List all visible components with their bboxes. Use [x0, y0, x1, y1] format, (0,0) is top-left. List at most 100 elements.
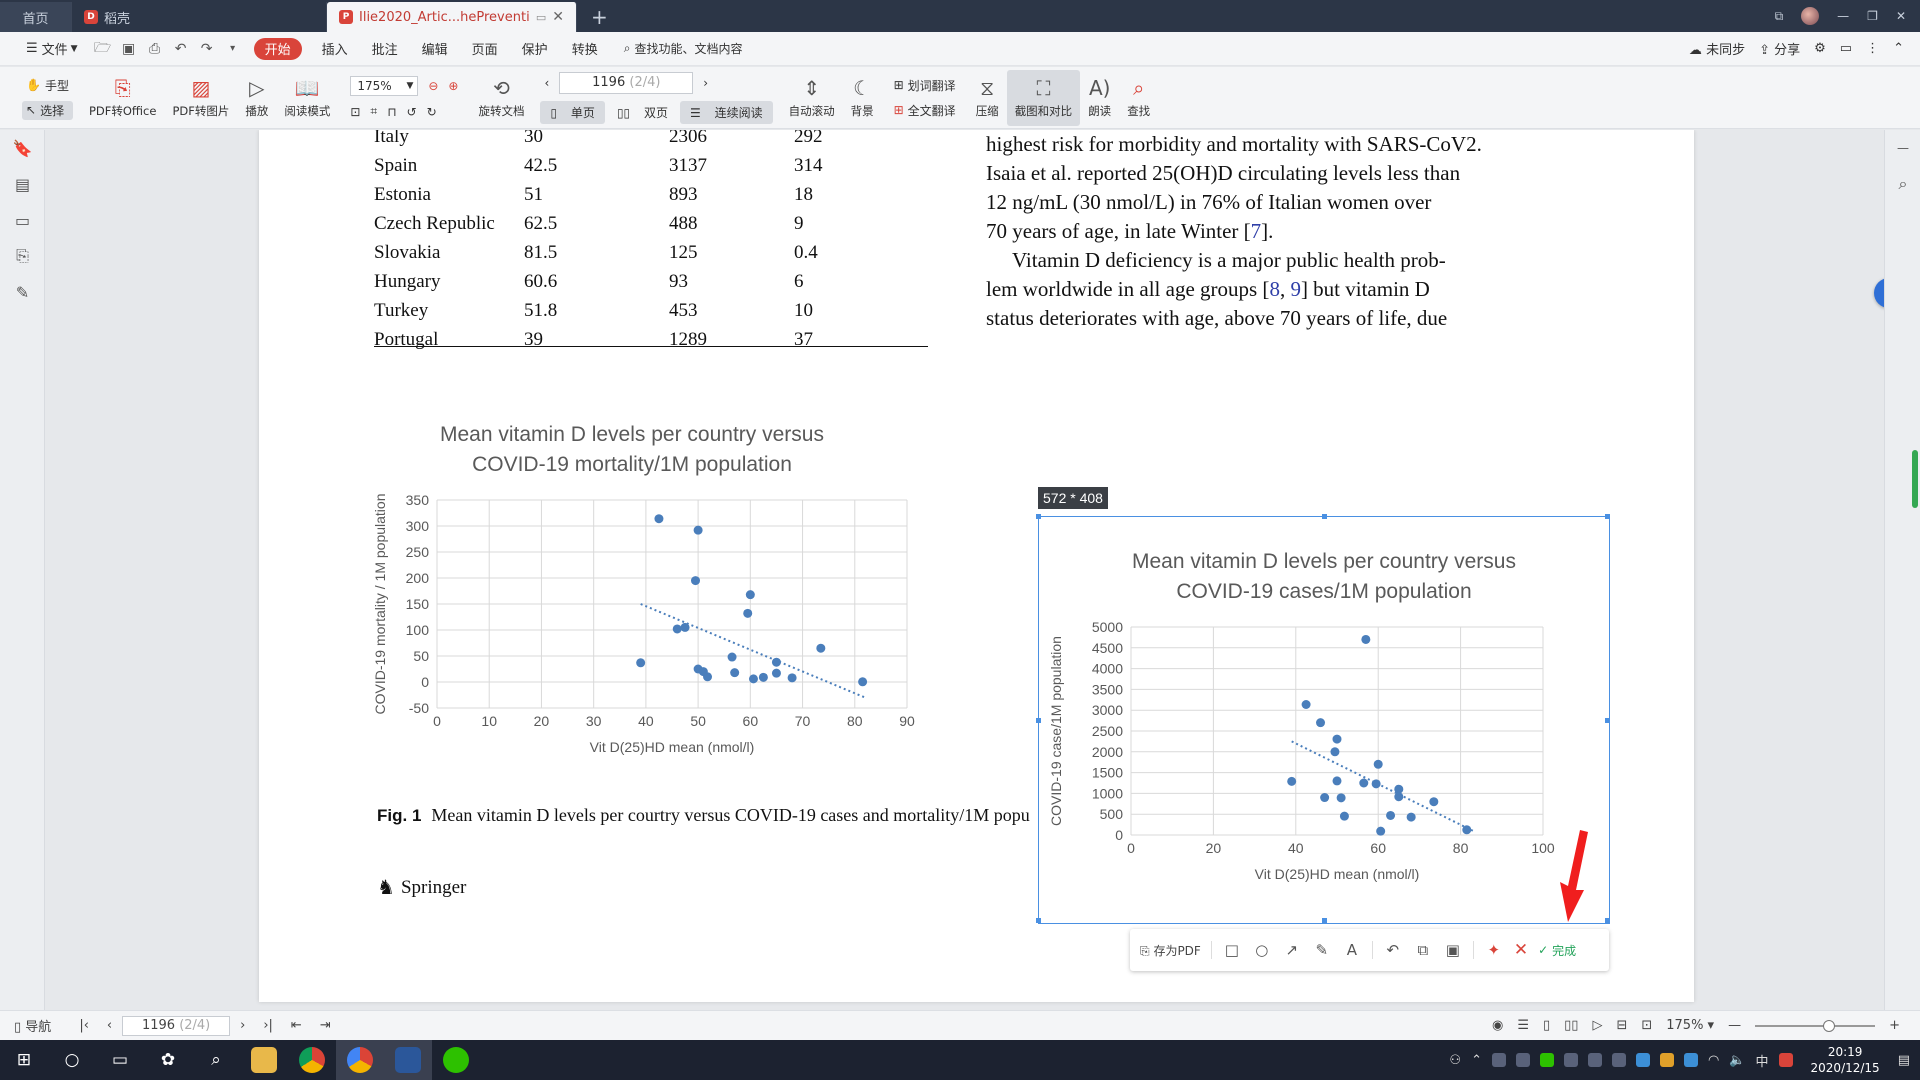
background-button[interactable]: ☾ 背景 [843, 70, 882, 126]
floating-action-icon[interactable]: ⊞ [1874, 278, 1884, 308]
done-button[interactable]: ✓ 完成 [1538, 942, 1576, 959]
word-translate-button[interactable]: ⊞ 划词翻译 [890, 76, 960, 95]
cortana-icon[interactable]: ○ [48, 1040, 96, 1080]
input-method-indicator[interactable]: 中 [1756, 1051, 1769, 1070]
file-explorer-icon[interactable] [240, 1040, 288, 1080]
tray-expand-icon[interactable]: ⌃ [1471, 1053, 1482, 1068]
more-dropdown-icon[interactable]: ▾ [220, 43, 246, 54]
menu-start[interactable]: 开始 [253, 37, 302, 60]
word-icon[interactable] [384, 1040, 432, 1080]
citation-link[interactable]: 9 [1290, 277, 1301, 301]
attachment-icon[interactable]: ⎘ [0, 238, 45, 274]
resize-handle[interactable] [1036, 918, 1041, 923]
tab-home[interactable]: 首页 [0, 2, 72, 32]
zoom-slider[interactable] [1755, 1019, 1876, 1032]
close-tab-icon[interactable]: ✕ [552, 9, 564, 25]
tray-app-icon[interactable] [1491, 1053, 1506, 1067]
zoom-select[interactable]: 175% ▼ [350, 76, 419, 96]
back-icon[interactable]: ⇤ [291, 1018, 302, 1033]
share-button[interactable]: ⇪ 分享 [1759, 39, 1800, 58]
prev-page-icon[interactable]: ‹ [107, 1018, 112, 1033]
zoom-in-icon[interactable]: ⊕ [448, 79, 458, 93]
window-count-icon[interactable]: ⧉ [1775, 9, 1784, 24]
text-icon[interactable]: A [1342, 941, 1362, 959]
pin-icon[interactable]: ▭ [536, 11, 546, 24]
resize-handle[interactable] [1605, 514, 1610, 519]
clock[interactable]: 20:19 2020/12/15 [1811, 1044, 1880, 1076]
fit-width-icon[interactable]: ⊟ [1616, 1018, 1627, 1033]
rotate-document-button[interactable]: ⟲ 旋转文档 [470, 70, 532, 126]
rotate-left-icon[interactable]: ↺ [407, 105, 417, 119]
find-button[interactable]: ⌕ 查找 [1119, 70, 1158, 126]
sync-status[interactable]: ☁ 未同步 [1689, 39, 1745, 58]
undo-icon[interactable]: ↶ [168, 41, 194, 57]
tray-app-icon[interactable] [1587, 1053, 1602, 1067]
citation-link[interactable]: 8 [1269, 277, 1280, 301]
citation-link[interactable]: 7 [1251, 219, 1262, 243]
pencil-icon[interactable]: ✎ [1312, 941, 1332, 959]
network-icon[interactable]: ◠ [1708, 1053, 1719, 1068]
tray-app-icon[interactable] [1515, 1053, 1530, 1067]
forward-icon[interactable]: ⇥ [320, 1018, 331, 1033]
tray-app-icon[interactable] [1563, 1053, 1578, 1067]
comment-icon[interactable]: ▭ [1840, 41, 1852, 56]
redo-icon[interactable]: ↷ [194, 41, 220, 57]
collapse-icon[interactable]: ⌃ [1893, 41, 1904, 56]
read-mode-button[interactable]: 📖 阅读模式 [276, 70, 338, 126]
capture-selection[interactable]: Mean vitamin D levels per country versus… [1036, 514, 1610, 924]
zoom-slider-knob[interactable] [1823, 1019, 1836, 1032]
settings-icon[interactable]: ⚙ [1814, 41, 1826, 56]
save-icon[interactable]: ▣ [1443, 941, 1463, 959]
page-number-input[interactable]: 1196 (2/4) [559, 72, 694, 94]
full-translate-button[interactable]: ⊞ 全文翻译 [890, 101, 960, 120]
tray-app-icon[interactable] [1635, 1053, 1650, 1067]
rectangle-icon[interactable]: □ [1222, 941, 1242, 959]
close-window-icon[interactable]: ✕ [1896, 9, 1906, 23]
menu-annotate[interactable]: 批注 [360, 32, 410, 66]
tab-active-pdf[interactable]: P Ilie2020_Artic...hePreventi.pdf ▭ ✕ [327, 2, 577, 32]
screenshot-compare-button[interactable]: ⛶ 截图和对比 [1006, 69, 1081, 126]
zoom-out-icon[interactable]: — [1728, 1018, 1741, 1033]
status-zoom[interactable]: 175% ▾ [1666, 1018, 1714, 1033]
double-view-icon[interactable]: ▯▯ [1564, 1018, 1578, 1033]
save-icon[interactable]: ▣ [116, 41, 142, 57]
menu-edit[interactable]: 编辑 [410, 32, 460, 66]
crop-icon[interactable]: ⌗ [370, 104, 377, 119]
single-view-icon[interactable]: ▯ [1543, 1018, 1550, 1033]
cancel-capture-icon[interactable]: ✕ [1514, 940, 1528, 960]
autoscroll-button[interactable]: ⇕ 自动滚动 [781, 70, 843, 126]
resize-handle[interactable] [1605, 918, 1610, 923]
volume-icon[interactable]: 🔈 [1729, 1053, 1745, 1068]
stamp-icon[interactable]: ⊓ [387, 105, 396, 119]
pin-icon[interactable]: ✦ [1484, 941, 1504, 959]
save-as-pdf-button[interactable]: ⎘ 存为PDF [1140, 942, 1201, 959]
comment-list-icon[interactable]: ▭ [0, 202, 45, 238]
read-aloud-button[interactable]: A) 朗读 [1080, 70, 1119, 126]
double-page-button[interactable]: ▯▯ 双页 [607, 101, 678, 124]
search-icon[interactable]: ⌕ [192, 1040, 240, 1080]
sogou-icon[interactable] [1778, 1053, 1793, 1067]
play-button[interactable]: ▷ 播放 [237, 70, 276, 126]
file-menu[interactable]: ☰ 文件 ▼ [14, 32, 90, 66]
tray-app-icon[interactable] [1539, 1053, 1554, 1067]
chrome-icon[interactable] [288, 1040, 336, 1080]
print-icon[interactable]: ⎙ [142, 41, 168, 57]
hand-tool[interactable]: ✋ 手型 [22, 76, 73, 95]
browser-icon[interactable] [336, 1040, 384, 1080]
tab-daoke[interactable]: D 稻壳 [72, 2, 327, 32]
notification-icon[interactable]: ▤ [1898, 1053, 1910, 1068]
eye-icon[interactable]: ◉ [1492, 1018, 1503, 1033]
feature-search[interactable]: ⌕ 查找功能、文档内容 [624, 40, 743, 57]
nav-toggle[interactable]: ▯ 导航 [14, 1016, 51, 1035]
tray-app-icon[interactable] [1683, 1053, 1698, 1067]
menu-insert[interactable]: 插入 [310, 32, 360, 66]
undo-icon[interactable]: ↶ [1383, 941, 1403, 959]
rotate-right-icon[interactable]: ↻ [427, 105, 437, 119]
compress-button[interactable]: ⧖ 压缩 [968, 70, 1007, 126]
status-page-input[interactable]: 1196 (2/4) [122, 1015, 231, 1036]
tray-app-icon[interactable] [1659, 1053, 1674, 1067]
avatar[interactable] [1801, 7, 1820, 25]
menu-protect[interactable]: 保护 [510, 32, 560, 66]
minus-icon[interactable]: — [1885, 130, 1920, 166]
last-page-icon[interactable]: ›| [263, 1018, 273, 1033]
